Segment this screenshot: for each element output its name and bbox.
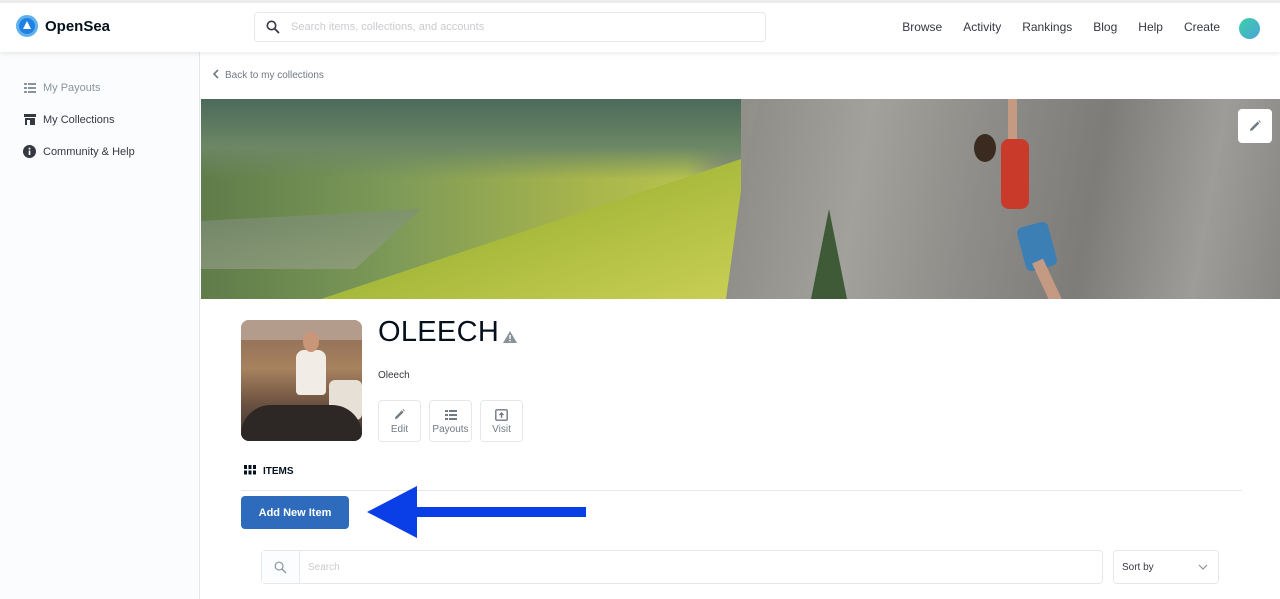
action-label: Edit — [390, 423, 409, 435]
chevron-left-icon — [212, 68, 219, 82]
items-search[interactable] — [261, 550, 1103, 584]
items-section-header: ITEMS — [244, 465, 294, 478]
sort-by-label: Sort by — [1122, 561, 1154, 573]
add-new-item-button[interactable]: Add New Item — [241, 496, 349, 529]
back-to-collections-link[interactable]: Back to my collections — [212, 68, 324, 82]
action-label: Visit — [492, 423, 511, 435]
sidebar-item-my-payouts[interactable]: My Payouts — [23, 81, 100, 94]
sort-by-dropdown[interactable]: Sort by — [1113, 550, 1219, 584]
sidebar: My Payouts My Collections Community & He… — [0, 52, 200, 599]
pencil-icon — [1250, 120, 1261, 131]
collection-title: OLEECH — [378, 314, 518, 351]
external-open-icon — [495, 408, 508, 422]
global-search-input[interactable] — [291, 21, 751, 33]
collection-banner-image — [201, 99, 1280, 299]
nav-help[interactable]: Help — [1138, 20, 1163, 34]
visit-button[interactable]: Visit — [480, 400, 523, 442]
nav-activity[interactable]: Activity — [963, 20, 1001, 34]
grid-icon — [244, 465, 256, 478]
store-icon — [23, 113, 36, 126]
opensea-logo-icon — [16, 15, 38, 37]
annotation-arrow-shaft — [415, 507, 586, 517]
items-search-input[interactable] — [300, 551, 1090, 583]
edit-collection-button[interactable]: Edit — [378, 400, 421, 442]
list-icon — [444, 408, 457, 422]
collection-owner: Oleech — [378, 370, 410, 381]
list-icon — [23, 81, 36, 94]
nav-rankings[interactable]: Rankings — [1022, 20, 1072, 34]
items-header-label: ITEMS — [263, 466, 294, 477]
info-icon — [23, 145, 36, 158]
edit-banner-button[interactable] — [1238, 109, 1272, 143]
user-avatar[interactable] — [1239, 18, 1260, 39]
nav-browse[interactable]: Browse — [902, 20, 942, 34]
collection-name: OLEECH — [378, 316, 500, 348]
main-nav: Browse Activity Rankings Blog Help Creat… — [881, 20, 1220, 34]
sidebar-item-label: Community & Help — [43, 145, 135, 158]
warning-icon[interactable] — [503, 318, 518, 351]
search-icon — [255, 20, 291, 34]
pencil-icon — [393, 408, 406, 422]
global-search[interactable] — [254, 12, 766, 42]
collection-logo-image — [241, 320, 362, 441]
back-link-label: Back to my collections — [225, 69, 324, 81]
payouts-button[interactable]: Payouts — [429, 400, 472, 442]
action-label: Payouts — [432, 423, 469, 435]
search-icon — [262, 551, 300, 583]
nav-create[interactable]: Create — [1184, 20, 1220, 34]
chevron-down-icon — [1198, 562, 1208, 573]
annotation-arrow-head — [367, 486, 417, 538]
sidebar-item-my-collections[interactable]: My Collections — [23, 113, 115, 126]
collection-actions: Edit Payouts Visit — [378, 400, 523, 442]
annotation-arrow — [367, 486, 586, 538]
sidebar-item-label: My Collections — [43, 113, 115, 126]
top-navbar: OpenSea Browse Activity Rankings Blog He… — [0, 0, 1280, 52]
sidebar-item-community-help[interactable]: Community & Help — [23, 145, 135, 158]
opensea-logo[interactable]: OpenSea — [16, 15, 110, 37]
brand-name: OpenSea — [45, 17, 111, 35]
nav-blog[interactable]: Blog — [1093, 20, 1117, 34]
sidebar-item-label: My Payouts — [43, 81, 101, 94]
